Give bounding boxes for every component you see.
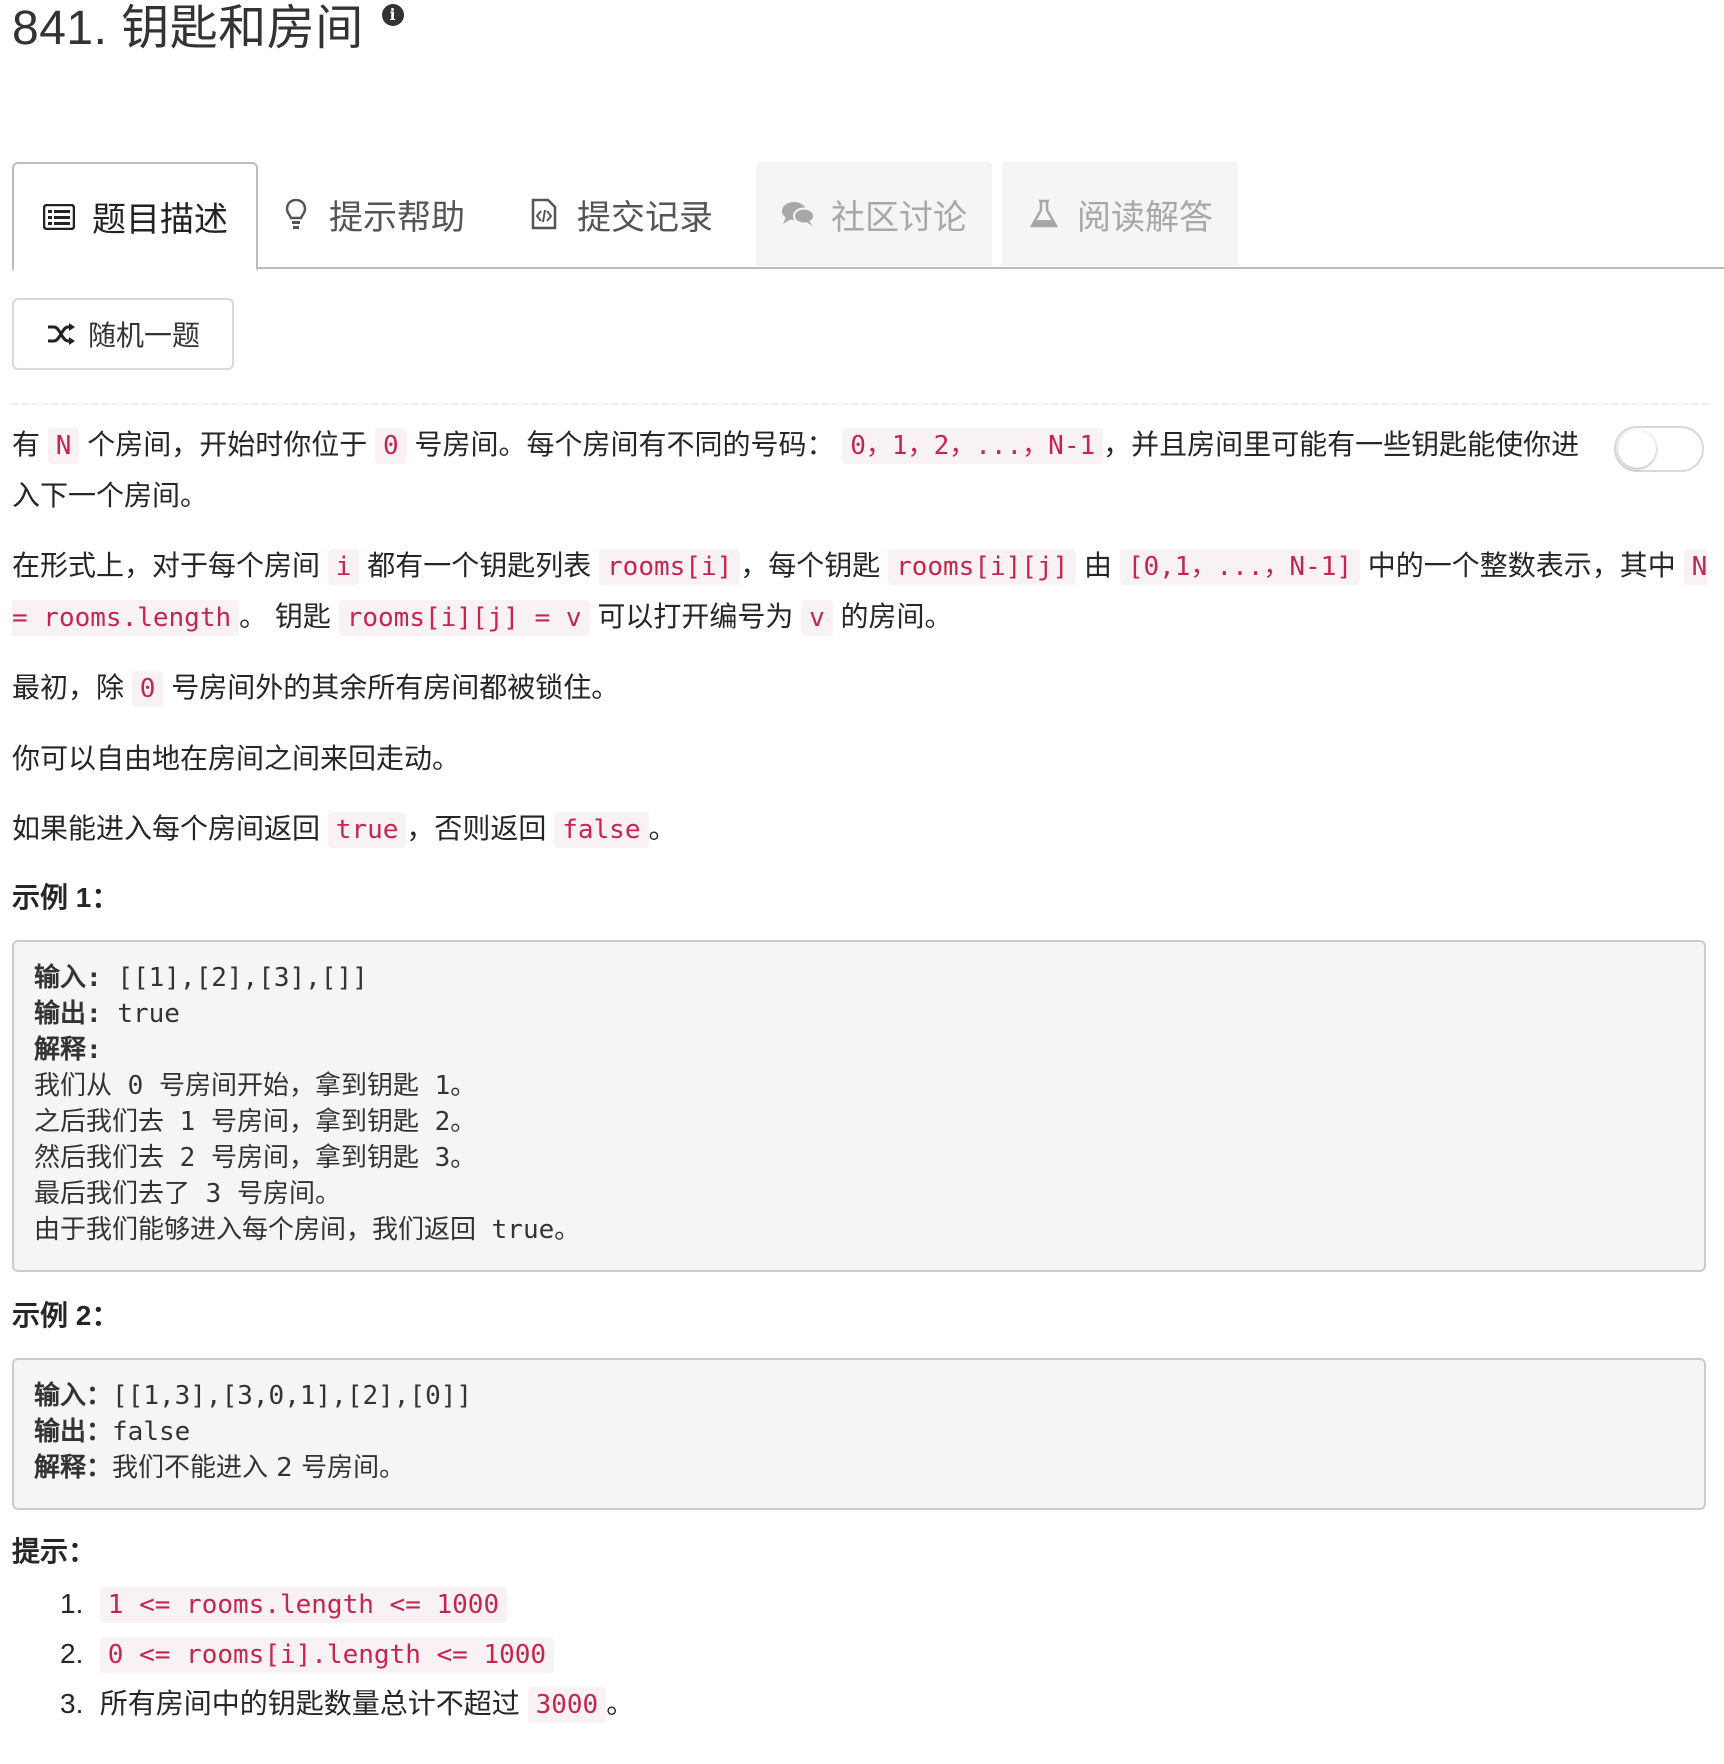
- example-1-label: 示例 1：: [12, 882, 120, 913]
- list-item: 1. 1 <= rooms.length <= 1000: [60, 1582, 508, 1627]
- chat-icon: [781, 197, 815, 231]
- description-paragraph-2: 在形式上，对于每个房间 i 都有一个钥匙列表 rooms[i] ，每个钥匙 roo…: [12, 541, 1712, 643]
- tab-description[interactable]: 题目描述: [12, 162, 258, 271]
- tab-label: 提交记录: [577, 198, 713, 237]
- problem-title: 841. 钥匙和房间: [12, 2, 364, 55]
- description-paragraph-5: 如果能进入每个房间返回 true ，否则返回 false。: [12, 804, 1608, 855]
- problem-description: 有 N 个房间，开始时你位于 0 号房间。每个房间有不同的号码： 0，1，2，.…: [12, 420, 1708, 875]
- tab-hints[interactable]: 提示帮助: [270, 162, 474, 266]
- flask-icon: [1027, 197, 1061, 231]
- toggle-switch[interactable]: [1614, 426, 1704, 472]
- description-paragraph-1: 有 N 个房间，开始时你位于 0 号房间。每个房间有不同的号码： 0，1，2，.…: [12, 428, 1580, 511]
- info-icon[interactable]: i: [381, 4, 404, 26]
- list-item: 2. 0 <= rooms[i].length <= 1000: [60, 1632, 555, 1677]
- example-2-label: 示例 2：: [12, 1300, 120, 1331]
- description-paragraph-3: 最初，除 0 号房间外的其余所有房间都被锁住。: [12, 663, 1608, 714]
- description-paragraph-4: 你可以自由地在房间之间来回走动。: [12, 743, 461, 774]
- tab-solution[interactable]: 阅读解答: [1002, 162, 1238, 266]
- list-icon: [42, 200, 76, 234]
- random-button-label: 随机一题: [87, 320, 200, 351]
- random-problem-button[interactable]: 随机一题: [12, 298, 234, 370]
- lightbulb-icon: [279, 197, 313, 231]
- tab-discuss[interactable]: 社区讨论: [756, 162, 992, 266]
- problem-page: 841. 钥匙和房间 i 题目描述 提示帮助 提交记录 社区讨论 阅读解答 随机…: [0, 0, 1724, 1764]
- list-item: 3. 所有房间中的钥匙数量总计不超过 3000。: [60, 1682, 634, 1727]
- code-file-icon: [527, 197, 561, 231]
- toggle-knob: [1618, 430, 1656, 468]
- shuffle-icon: [46, 322, 76, 346]
- page-title: 841. 钥匙和房间 i: [12, 0, 404, 58]
- tab-label: 题目描述: [92, 201, 228, 239]
- hints-label: 提示：: [12, 1536, 97, 1567]
- tab-label: 社区讨论: [831, 198, 967, 237]
- divider: [12, 403, 1708, 405]
- tab-label: 阅读解答: [1077, 198, 1213, 237]
- example-2-code: 输入：[[1,3],[3,0,1],[2],[0]] 输出：false 解释：我…: [12, 1358, 1706, 1510]
- tab-bar: 题目描述 提示帮助 提交记录 社区讨论 阅读解答: [12, 162, 1724, 271]
- example-1-code: 输入: [[1],[2],[3],[]] 输出: true 解释: 我们从 0 …: [12, 940, 1706, 1272]
- tab-submissions[interactable]: 提交记录: [520, 162, 720, 266]
- tab-label: 提示帮助: [329, 198, 465, 237]
